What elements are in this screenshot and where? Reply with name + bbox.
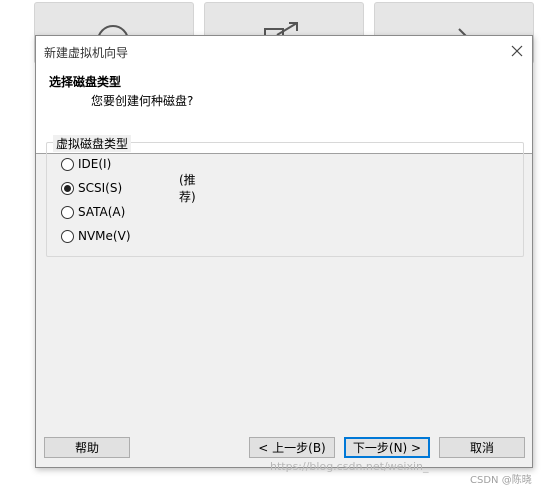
group-legend: 虚拟磁盘类型 (53, 135, 132, 152)
radio-label: SCSI(S) (78, 181, 123, 195)
radio-ide[interactable]: IDE(I) (61, 155, 111, 173)
watermark-author: CSDN @陈晓 (470, 475, 532, 486)
radio-label: SATA(A) (78, 205, 126, 219)
close-icon[interactable] (506, 40, 528, 62)
page-subtitle: 您要创建何种磁盘? (91, 94, 194, 108)
radio-label: NVMe(V) (78, 229, 131, 243)
radio-label: IDE(I) (78, 157, 112, 171)
radio-sata[interactable]: SATA(A) (61, 203, 125, 221)
radio-scsi[interactable]: SCSI(S) (推荐) (61, 173, 196, 204)
radio-button[interactable] (61, 181, 74, 195)
radio-button[interactable] (61, 229, 74, 243)
new-vm-wizard-dialog: 新建虚拟机向导 选择磁盘类型 您要创建何种磁盘? 虚拟磁盘类型 IDE(I) S… (35, 35, 533, 468)
page-title: 选择磁盘类型 (49, 75, 122, 89)
help-button[interactable]: 帮助 (44, 437, 130, 458)
dialog-title: 新建虚拟机向导 (44, 46, 129, 60)
radio-button[interactable] (61, 205, 74, 219)
back-button[interactable]: < 上一步(B) (249, 437, 335, 458)
radio-nvme[interactable]: NVMe(V) (61, 227, 131, 245)
radio-button[interactable] (61, 157, 74, 171)
watermark-url: https://blog.csdn.net/weixin_ (270, 460, 429, 473)
title-bar: 新建虚拟机向导 (36, 36, 532, 65)
cancel-button[interactable]: 取消 (439, 437, 525, 458)
recommended-note: (推荐) (179, 173, 196, 204)
disk-type-group: 虚拟磁盘类型 IDE(I) SCSI(S) (推荐) SATA(A) NVMe(… (46, 135, 524, 257)
next-button[interactable]: 下一步(N) > (344, 437, 430, 458)
